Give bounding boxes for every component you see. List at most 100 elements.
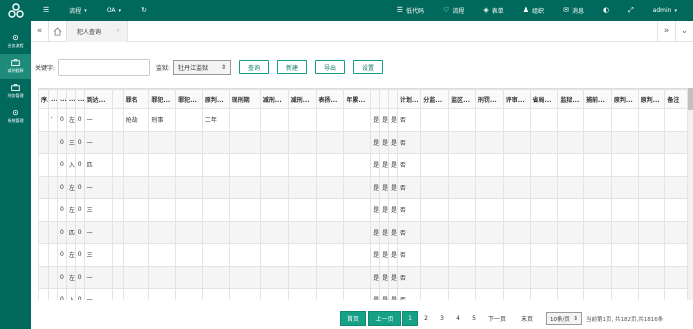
table-row[interactable]: 0三0一 是是是否 <box>38 130 688 154</box>
home-icon[interactable] <box>49 20 67 42</box>
table-cell: 是 <box>370 220 381 244</box>
menu-oa[interactable]: OA ▾ <box>107 7 121 14</box>
new-button[interactable]: 新建 <box>277 60 308 74</box>
export-button[interactable]: 导出 <box>315 60 346 74</box>
close-icon[interactable]: × <box>116 28 120 34</box>
column-header[interactable]: ... <box>74 89 85 109</box>
sidebar-item-system[interactable]: 系统管理 <box>0 104 31 129</box>
tabs-scroll-left-icon[interactable]: « <box>31 20 49 42</box>
hamburger-icon[interactable]: ☰ <box>43 7 49 14</box>
column-header[interactable]: 表扬... <box>315 89 345 109</box>
first-page-button[interactable]: 首页 <box>340 311 366 326</box>
column-header[interactable]: 原判... <box>637 89 666 109</box>
table-row[interactable]: 0左0一 是是是否 <box>38 175 688 199</box>
table-cell <box>228 198 261 222</box>
column-header[interactable]: 评审... <box>502 89 531 109</box>
refresh-icon[interactable]: ↻ <box>141 7 147 14</box>
table-cell <box>610 288 639 300</box>
menu-lowcode[interactable]: ☰ 低代码 <box>397 6 424 16</box>
column-header[interactable]: 原判... <box>201 89 230 109</box>
column-header[interactable]: ... <box>48 89 58 109</box>
column-header[interactable]: 捕前... <box>583 89 612 109</box>
sidebar-item-commutation[interactable]: 减刑假释 <box>0 54 31 79</box>
settings-button[interactable]: 设置 <box>353 60 384 74</box>
page-5-button[interactable]: 5 <box>466 311 482 326</box>
table-row[interactable]: 0左0三 是是是否 <box>38 243 688 267</box>
theme-icon[interactable]: ◐ <box>603 7 609 14</box>
column-header[interactable]: ... <box>65 89 76 109</box>
column-header[interactable]: 年累... <box>343 89 372 109</box>
menu-message[interactable]: ✉ 消息 <box>563 6 584 16</box>
tab-prisoner-query[interactable]: 犯人查询 × <box>67 20 128 42</box>
vertical-scrollbar[interactable] <box>688 88 693 300</box>
last-page-button[interactable]: 末页 <box>512 311 542 326</box>
fullscreen-icon[interactable]: ⤢ <box>628 7 634 14</box>
table-row[interactable]: 0左0一 是是是否 <box>38 265 688 289</box>
page-info: 当前第1页, 共182页,共1816条 <box>586 316 664 323</box>
column-header[interactable]: 备注 <box>664 89 688 109</box>
menu-form[interactable]: ◈ 表单 <box>483 6 503 16</box>
user-menu[interactable]: admin ▾ <box>653 7 677 14</box>
column-header[interactable] <box>387 89 398 109</box>
column-header[interactable]: 罪犯... <box>148 89 177 109</box>
column-header[interactable]: 罪名 <box>122 89 150 109</box>
column-header[interactable]: 罪犯... <box>175 89 203 109</box>
query-button[interactable]: 查询 <box>239 60 270 74</box>
column-header[interactable]: 现刑期 <box>228 89 261 109</box>
table-cell <box>38 288 50 300</box>
column-header[interactable]: 减刑... <box>287 89 317 109</box>
table-row[interactable]: 0左0三 是是是否 <box>38 198 688 222</box>
tabs-scroll-right-icon[interactable]: » <box>657 20 675 42</box>
prev-page-button[interactable]: 上一页 <box>368 311 401 326</box>
column-header[interactable] <box>111 89 124 109</box>
gear-icon <box>12 109 19 116</box>
menu-org[interactable]: ♟ 组织 <box>523 6 544 16</box>
page-2-button[interactable]: 2 <box>418 311 434 326</box>
table-cell: 是 <box>370 198 381 222</box>
next-page-button[interactable]: 下一页 <box>482 311 512 326</box>
column-header[interactable]: 分监... <box>420 89 450 109</box>
column-header[interactable]: 减刑... <box>259 89 289 109</box>
table-cell <box>148 288 177 300</box>
sidebar-item-business-flow[interactable]: 业务流程 <box>0 29 31 54</box>
table-cell <box>420 153 450 177</box>
page-1-button[interactable]: 1 <box>402 311 418 326</box>
keyword-input[interactable] <box>58 58 151 76</box>
table-row[interactable]: ' 0 左 0 一抢劫 刑事 二年是是是否 <box>38 108 688 132</box>
table-row[interactable]: 0入0一是是是否 <box>38 288 688 300</box>
table-cell <box>502 198 531 222</box>
table-cell <box>502 175 531 199</box>
column-header[interactable]: ... <box>56 89 67 109</box>
table-cell <box>343 108 372 132</box>
page-3-button[interactable]: 3 <box>434 311 450 326</box>
column-header[interactable]: 刑罚... <box>474 89 504 109</box>
table-row[interactable]: 0匹0一 是是是否 <box>38 220 688 244</box>
briefcase-icon <box>11 59 20 66</box>
column-header[interactable]: 监区... <box>448 89 476 109</box>
column-header[interactable]: 省局... <box>529 89 559 109</box>
table-cell <box>557 175 585 199</box>
sidebar-item-penal-management[interactable]: 刑务管理 <box>0 79 31 104</box>
prison-select[interactable]: 牡丹江监狱 ⇕ <box>173 59 232 75</box>
column-header[interactable] <box>370 89 381 109</box>
app-logo[interactable] <box>0 0 31 21</box>
column-header[interactable] <box>379 89 389 109</box>
table-cell: 0 <box>56 130 67 154</box>
menu-flow[interactable]: ♡ 流程 <box>443 6 464 16</box>
column-header[interactable]: 监狱... <box>557 89 585 109</box>
column-header[interactable]: 计划... <box>396 89 422 109</box>
tabs-menu-chevron-icon[interactable]: ⌄ <box>675 20 693 42</box>
column-header[interactable]: 原判... <box>610 89 639 109</box>
scrollbar-thumb[interactable] <box>688 88 693 110</box>
table-cell <box>420 108 450 132</box>
page-size-select[interactable]: 10条/页 ⇕ <box>546 312 582 325</box>
table-cell <box>529 153 559 177</box>
menu-process[interactable]: 流程 ▾ <box>69 6 87 16</box>
heart-icon: ♡ <box>443 6 450 14</box>
column-header[interactable]: 序... <box>38 89 50 109</box>
page-4-button[interactable]: 4 <box>450 311 466 326</box>
table-row[interactable]: 0入0匹 是是是否 <box>38 153 688 177</box>
table-cell <box>664 220 688 244</box>
column-header[interactable]: 到达... <box>83 89 113 109</box>
table-cell <box>529 198 559 222</box>
